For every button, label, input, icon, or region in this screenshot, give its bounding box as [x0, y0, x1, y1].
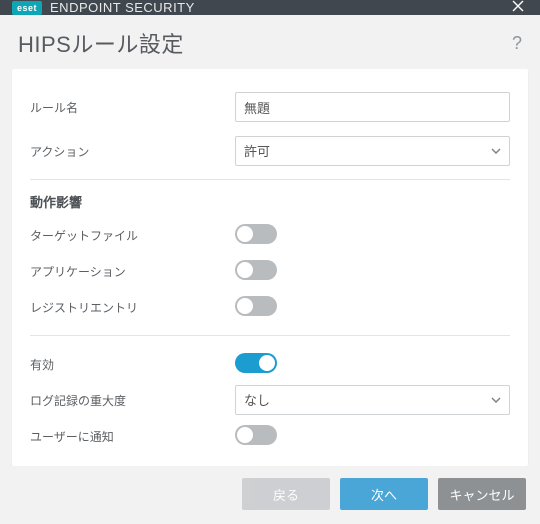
target-files-label: ターゲットファイル	[30, 227, 235, 244]
dialog-header: HIPSルール設定 ?	[0, 15, 540, 69]
divider	[30, 179, 510, 180]
action-select[interactable]: 許可	[235, 136, 510, 166]
operations-heading: 動作影響	[30, 192, 510, 211]
dialog-footer: 戻る 次へ キャンセル	[0, 466, 540, 524]
applications-label: アプリケーション	[30, 263, 235, 280]
cancel-button[interactable]: キャンセル	[438, 478, 526, 510]
enabled-toggle[interactable]	[235, 353, 277, 373]
applications-toggle[interactable]	[235, 260, 277, 280]
severity-select[interactable]: なし	[235, 385, 510, 415]
registry-toggle[interactable]	[235, 296, 277, 316]
page-title: HIPSルール設定	[18, 27, 184, 59]
help-icon[interactable]: ?	[512, 33, 522, 54]
settings-panel: ルール名 アクション 許可 動作影響 ターゲットファイル アプリケーション	[12, 69, 528, 466]
enabled-label: 有効	[30, 356, 235, 373]
next-button[interactable]: 次へ	[340, 478, 428, 510]
brand-badge: eset	[12, 1, 42, 15]
divider	[30, 335, 510, 336]
rule-name-label: ルール名	[30, 99, 235, 116]
notify-toggle[interactable]	[235, 425, 277, 445]
product-name: ENDPOINT SECURITY	[50, 0, 195, 15]
action-label: アクション	[30, 143, 235, 160]
registry-label: レジストリエントリ	[30, 299, 235, 316]
close-icon[interactable]	[506, 0, 530, 15]
titlebar: eset ENDPOINT SECURITY	[0, 0, 540, 15]
rule-name-input[interactable]	[235, 92, 510, 122]
target-files-toggle[interactable]	[235, 224, 277, 244]
notify-label: ユーザーに通知	[30, 428, 235, 445]
dialog-window: eset ENDPOINT SECURITY HIPSルール設定 ? ルール名 …	[0, 0, 540, 500]
back-button[interactable]: 戻る	[242, 478, 330, 510]
severity-label: ログ記録の重大度	[30, 392, 235, 409]
